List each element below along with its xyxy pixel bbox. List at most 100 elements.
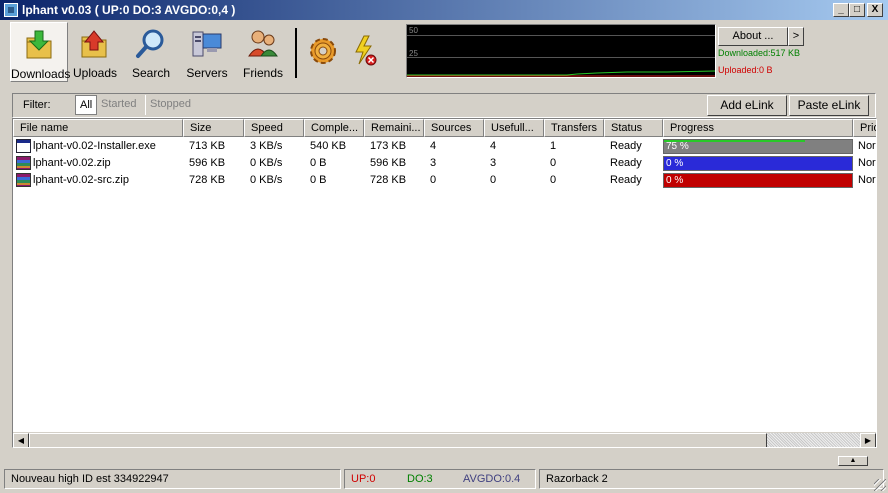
downloads-button[interactable]: Downloads — [10, 22, 71, 82]
cell-status: Ready — [610, 157, 642, 169]
cell-speed: 0 KB/s — [250, 157, 283, 169]
paste-elink-button[interactable]: Paste eLink — [789, 95, 869, 116]
minimize-button[interactable]: _ — [833, 3, 849, 17]
cell-size: 728 KB — [189, 174, 226, 186]
col-completed[interactable]: Comple... — [304, 119, 364, 137]
scroll-thumb[interactable] — [29, 433, 767, 447]
friends-label: Friends — [242, 66, 283, 80]
progress-text: 0 % — [666, 175, 684, 186]
col-priority[interactable]: Prio — [853, 119, 876, 137]
cell-useful: 4 — [490, 140, 497, 152]
resize-grip[interactable] — [874, 479, 886, 491]
friends-icon — [248, 30, 278, 57]
cell-transfers: 1 — [550, 140, 557, 152]
col-sources[interactable]: Sources — [424, 119, 484, 137]
toolbar-separator — [295, 28, 297, 78]
disconnect-lightning-icon — [355, 35, 377, 66]
filter-stopped[interactable]: Stopped — [145, 95, 195, 115]
cell-remaining: 728 KB — [370, 174, 407, 186]
col-size[interactable]: Size — [183, 119, 244, 137]
title-bar[interactable]: lphant v0.03 ( UP:0 DO:3 AVGDO:0,4 ) _ □… — [0, 0, 888, 20]
cell-status: Ready — [610, 174, 642, 186]
cell-sources: 3 — [430, 157, 437, 169]
col-progress[interactable]: Progress — [663, 119, 853, 137]
cell-size: 713 KB — [189, 140, 226, 152]
table-header: File name Size Speed Comple... Remaini..… — [13, 119, 876, 137]
search-icon — [136, 29, 164, 58]
downloads-icon — [26, 30, 52, 59]
cell-prio: Normal — [858, 174, 876, 186]
col-remaining[interactable]: Remaini... — [364, 119, 424, 137]
progress-bar: 0 % — [663, 156, 853, 171]
scroll-right-arrow[interactable]: ▶ — [860, 433, 876, 447]
friends-button[interactable]: Friends — [234, 22, 292, 82]
col-transfers[interactable]: Transfers — [544, 119, 604, 137]
uploads-icon — [81, 30, 107, 58]
preferences-gear-icon — [310, 38, 336, 64]
status-bar: Nouveau high ID est 334922947 UP:0 DO:3 … — [0, 467, 888, 493]
uploads-label: Uploads — [72, 66, 118, 80]
cell-sources: 0 — [430, 174, 437, 186]
progress-bar: 75 % — [663, 139, 853, 154]
disconnect-button[interactable] — [346, 22, 386, 82]
cell-name: lphant-v0.02-src.zip — [33, 174, 129, 186]
downloaded-stat: Downloaded:517 KB — [718, 48, 801, 58]
cell-completed: 0 B — [310, 174, 327, 186]
cell-completed: 540 KB — [310, 140, 347, 152]
add-elink-button[interactable]: Add eLink — [707, 95, 787, 116]
cell-prio: Normal — [858, 140, 876, 152]
uploaded-stat: Uploaded:0 B — [718, 65, 773, 75]
servers-icon — [192, 31, 222, 57]
status-up: UP:0 — [351, 473, 376, 485]
graph-lines — [407, 70, 715, 77]
zip-file-icon — [16, 156, 31, 170]
col-useful[interactable]: Usefull... — [484, 119, 544, 137]
status-avg: AVGDO:0.4 — [463, 473, 521, 485]
cell-useful: 3 — [490, 157, 497, 169]
cell-status: Ready — [610, 140, 642, 152]
downloads-label: Downloads — [11, 67, 71, 81]
cell-speed: 3 KB/s — [250, 140, 283, 152]
cell-completed: 0 B — [310, 157, 327, 169]
filter-started[interactable]: Started — [97, 95, 140, 115]
close-button[interactable]: X — [867, 3, 883, 17]
filter-label: Filter: — [23, 99, 51, 111]
cell-transfers: 0 — [550, 157, 557, 169]
col-file-name[interactable]: File name — [13, 119, 183, 137]
expand-panel-button[interactable]: ▲ — [838, 456, 868, 466]
cell-useful: 0 — [490, 174, 497, 186]
cell-transfers: 0 — [550, 174, 557, 186]
about-button[interactable]: About ... — [718, 27, 788, 46]
horizontal-scrollbar[interactable]: ◀ ▶ — [13, 432, 876, 447]
search-button[interactable]: Search — [122, 22, 180, 82]
table-row[interactable]: lphant-v0.02-src.zip 728 KB 0 KB/s 0 B 728 K… — [13, 172, 876, 189]
col-status[interactable]: Status — [604, 119, 663, 137]
cell-speed: 0 KB/s — [250, 174, 283, 186]
filter-all[interactable]: All — [75, 95, 98, 115]
zip-file-icon — [16, 173, 31, 187]
status-transfer-panel: UP:0 DO:3 AVGDO:0.4 — [344, 469, 536, 489]
cell-size: 596 KB — [189, 157, 226, 169]
col-speed[interactable]: Speed — [244, 119, 304, 137]
table-row[interactable]: lphant-v0.02.zip 596 KB 0 KB/s 0 B 596 KB 3 3 0… — [13, 155, 876, 172]
uploads-button[interactable]: Uploads — [66, 22, 124, 82]
bandwidth-graph: 50 25 — [406, 24, 716, 78]
servers-button[interactable]: Servers — [178, 22, 236, 82]
status-message: Nouveau high ID est 334922947 — [4, 469, 341, 489]
about-arrow-button[interactable]: > — [788, 27, 804, 46]
scroll-left-arrow[interactable]: ◀ — [13, 433, 29, 447]
cell-remaining: 173 KB — [370, 140, 407, 152]
downloads-list[interactable]: File name Size Speed Comple... Remaini..… — [12, 118, 877, 448]
progress-text: 75 % — [666, 141, 689, 152]
app-icon — [4, 3, 18, 17]
maximize-button[interactable]: □ — [849, 3, 865, 17]
search-label: Search — [131, 66, 171, 80]
servers-label: Servers — [186, 66, 228, 80]
cell-name: lphant-v0.02-Installer.exe — [33, 140, 156, 152]
preferences-button[interactable] — [298, 22, 348, 82]
scroll-track[interactable] — [767, 433, 860, 447]
table-row[interactable]: lphant-v0.02-Installer.exe 713 KB 3 KB/s 54… — [13, 138, 876, 155]
progress-text: 0 % — [666, 158, 684, 169]
status-server: Razorback 2 — [539, 469, 884, 489]
cell-remaining: 596 KB — [370, 157, 407, 169]
